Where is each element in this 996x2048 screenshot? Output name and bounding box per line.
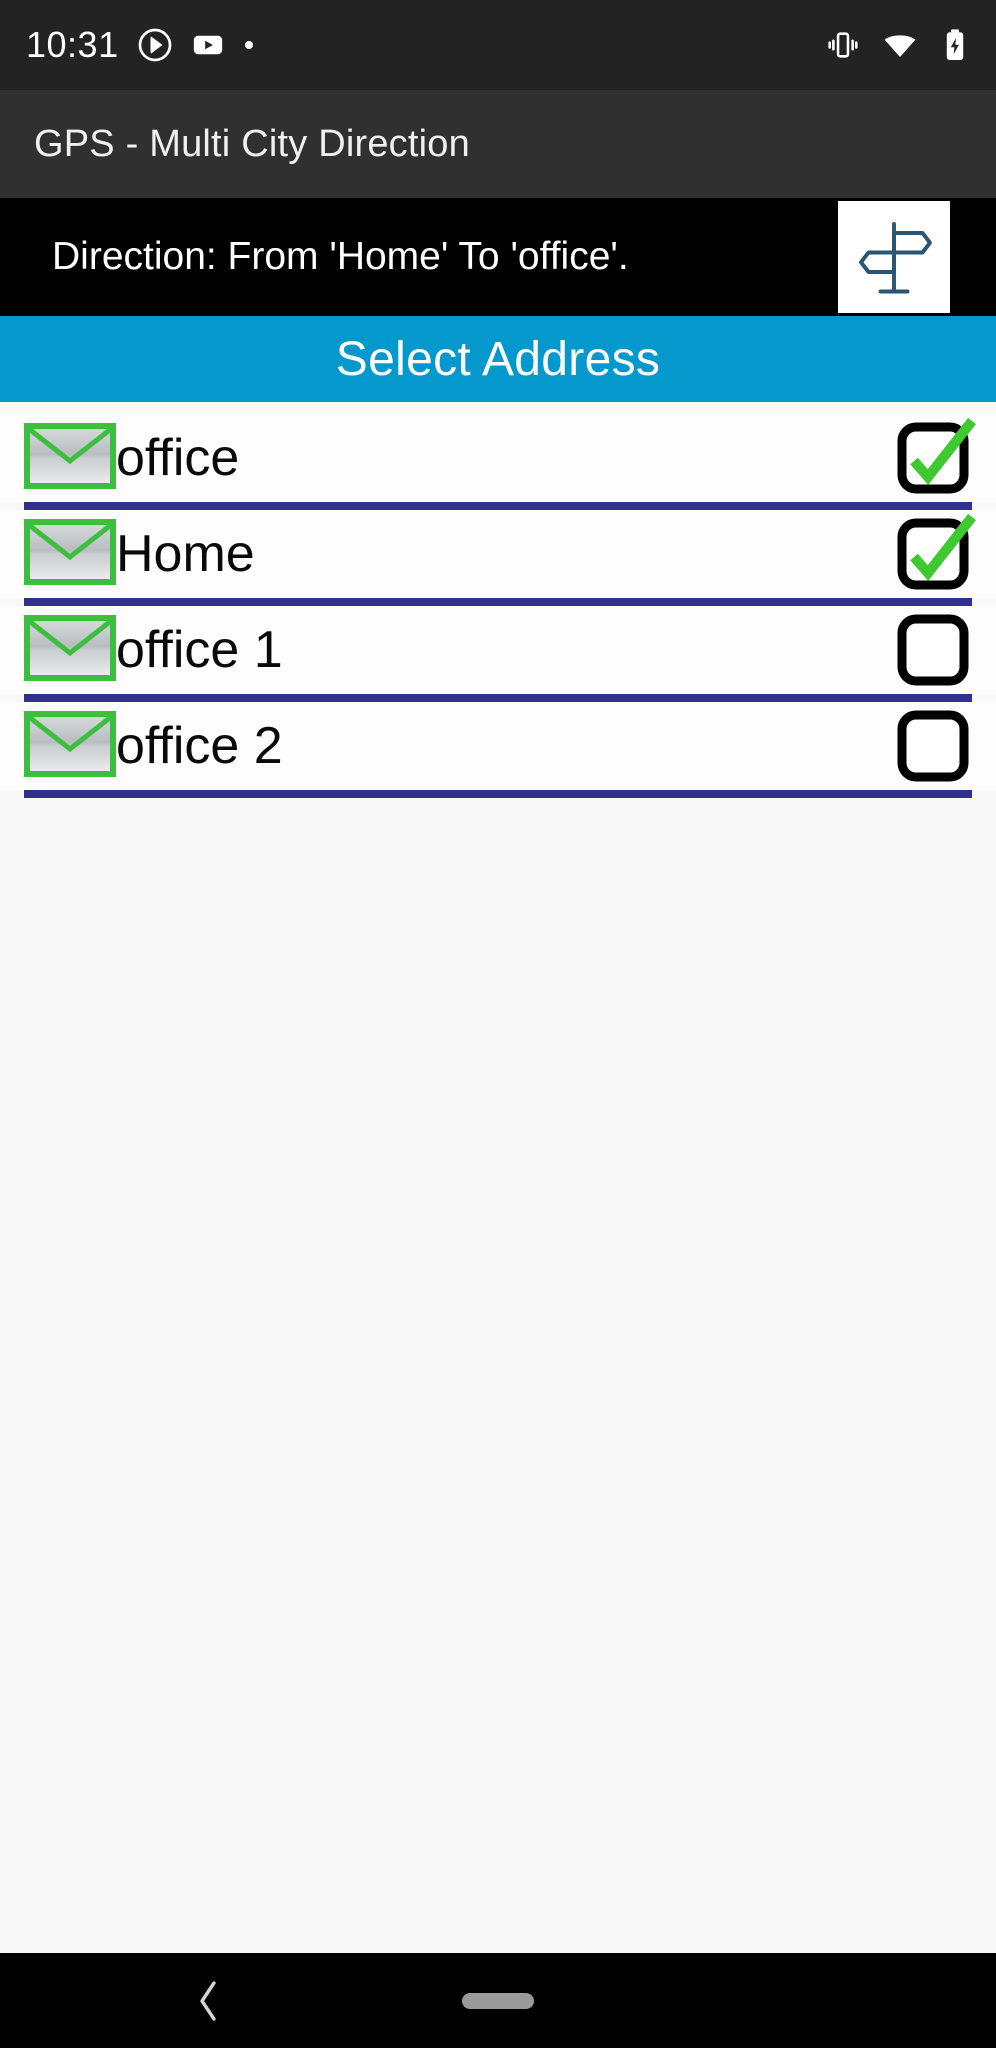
app-title: GPS - Multi City Direction xyxy=(34,122,470,165)
dot-icon xyxy=(243,39,255,51)
navigation-bar xyxy=(0,1953,996,2048)
chevron-left-icon[interactable] xyxy=(188,1974,228,2028)
signpost-icon[interactable] xyxy=(838,201,950,313)
envelope-icon xyxy=(24,710,116,782)
list-divider xyxy=(24,694,972,702)
select-address-label: Select Address xyxy=(335,332,661,386)
app-bar: GPS - Multi City Direction xyxy=(0,90,996,198)
address-list: office Home office 1 office 2 xyxy=(0,402,996,1953)
status-bar-right xyxy=(826,27,970,63)
status-bar: 10:31 xyxy=(0,0,996,90)
cast-circle-icon xyxy=(137,27,173,63)
checkbox-unchecked[interactable] xyxy=(896,709,970,783)
phone-screen: 10:31 GPS - Multi City Direction Directi… xyxy=(0,0,996,2048)
envelope-icon xyxy=(24,614,116,686)
status-bar-left: 10:31 xyxy=(26,27,255,63)
checkbox-checked[interactable] xyxy=(896,513,976,591)
list-item-label: Home xyxy=(116,525,255,583)
list-item-label: office 1 xyxy=(116,621,283,679)
list-item-label: office 2 xyxy=(116,717,283,775)
direction-text: Direction: From 'Home' To 'office'. xyxy=(52,235,629,278)
envelope-icon xyxy=(24,518,116,590)
list-divider xyxy=(24,790,972,798)
list-item[interactable]: office 1 xyxy=(0,606,996,694)
youtube-icon xyxy=(191,28,225,62)
list-item-label: office xyxy=(116,429,240,487)
select-address-header: Select Address xyxy=(0,316,996,402)
wifi-icon xyxy=(882,27,918,63)
list-divider xyxy=(24,598,972,606)
list-item[interactable]: office 2 xyxy=(0,702,996,790)
list-item[interactable]: Home xyxy=(0,510,996,598)
checkbox-unchecked[interactable] xyxy=(896,613,970,687)
checkbox-checked[interactable] xyxy=(896,417,976,495)
vibrate-icon xyxy=(826,28,860,62)
list-divider xyxy=(24,502,972,510)
list-item[interactable]: office xyxy=(0,414,996,502)
envelope-icon xyxy=(24,422,116,494)
direction-banner: Direction: From 'Home' To 'office'. xyxy=(0,198,996,316)
home-pill-handle[interactable] xyxy=(462,1992,534,2009)
battery-charging-icon xyxy=(940,28,970,62)
status-time: 10:31 xyxy=(26,24,119,65)
